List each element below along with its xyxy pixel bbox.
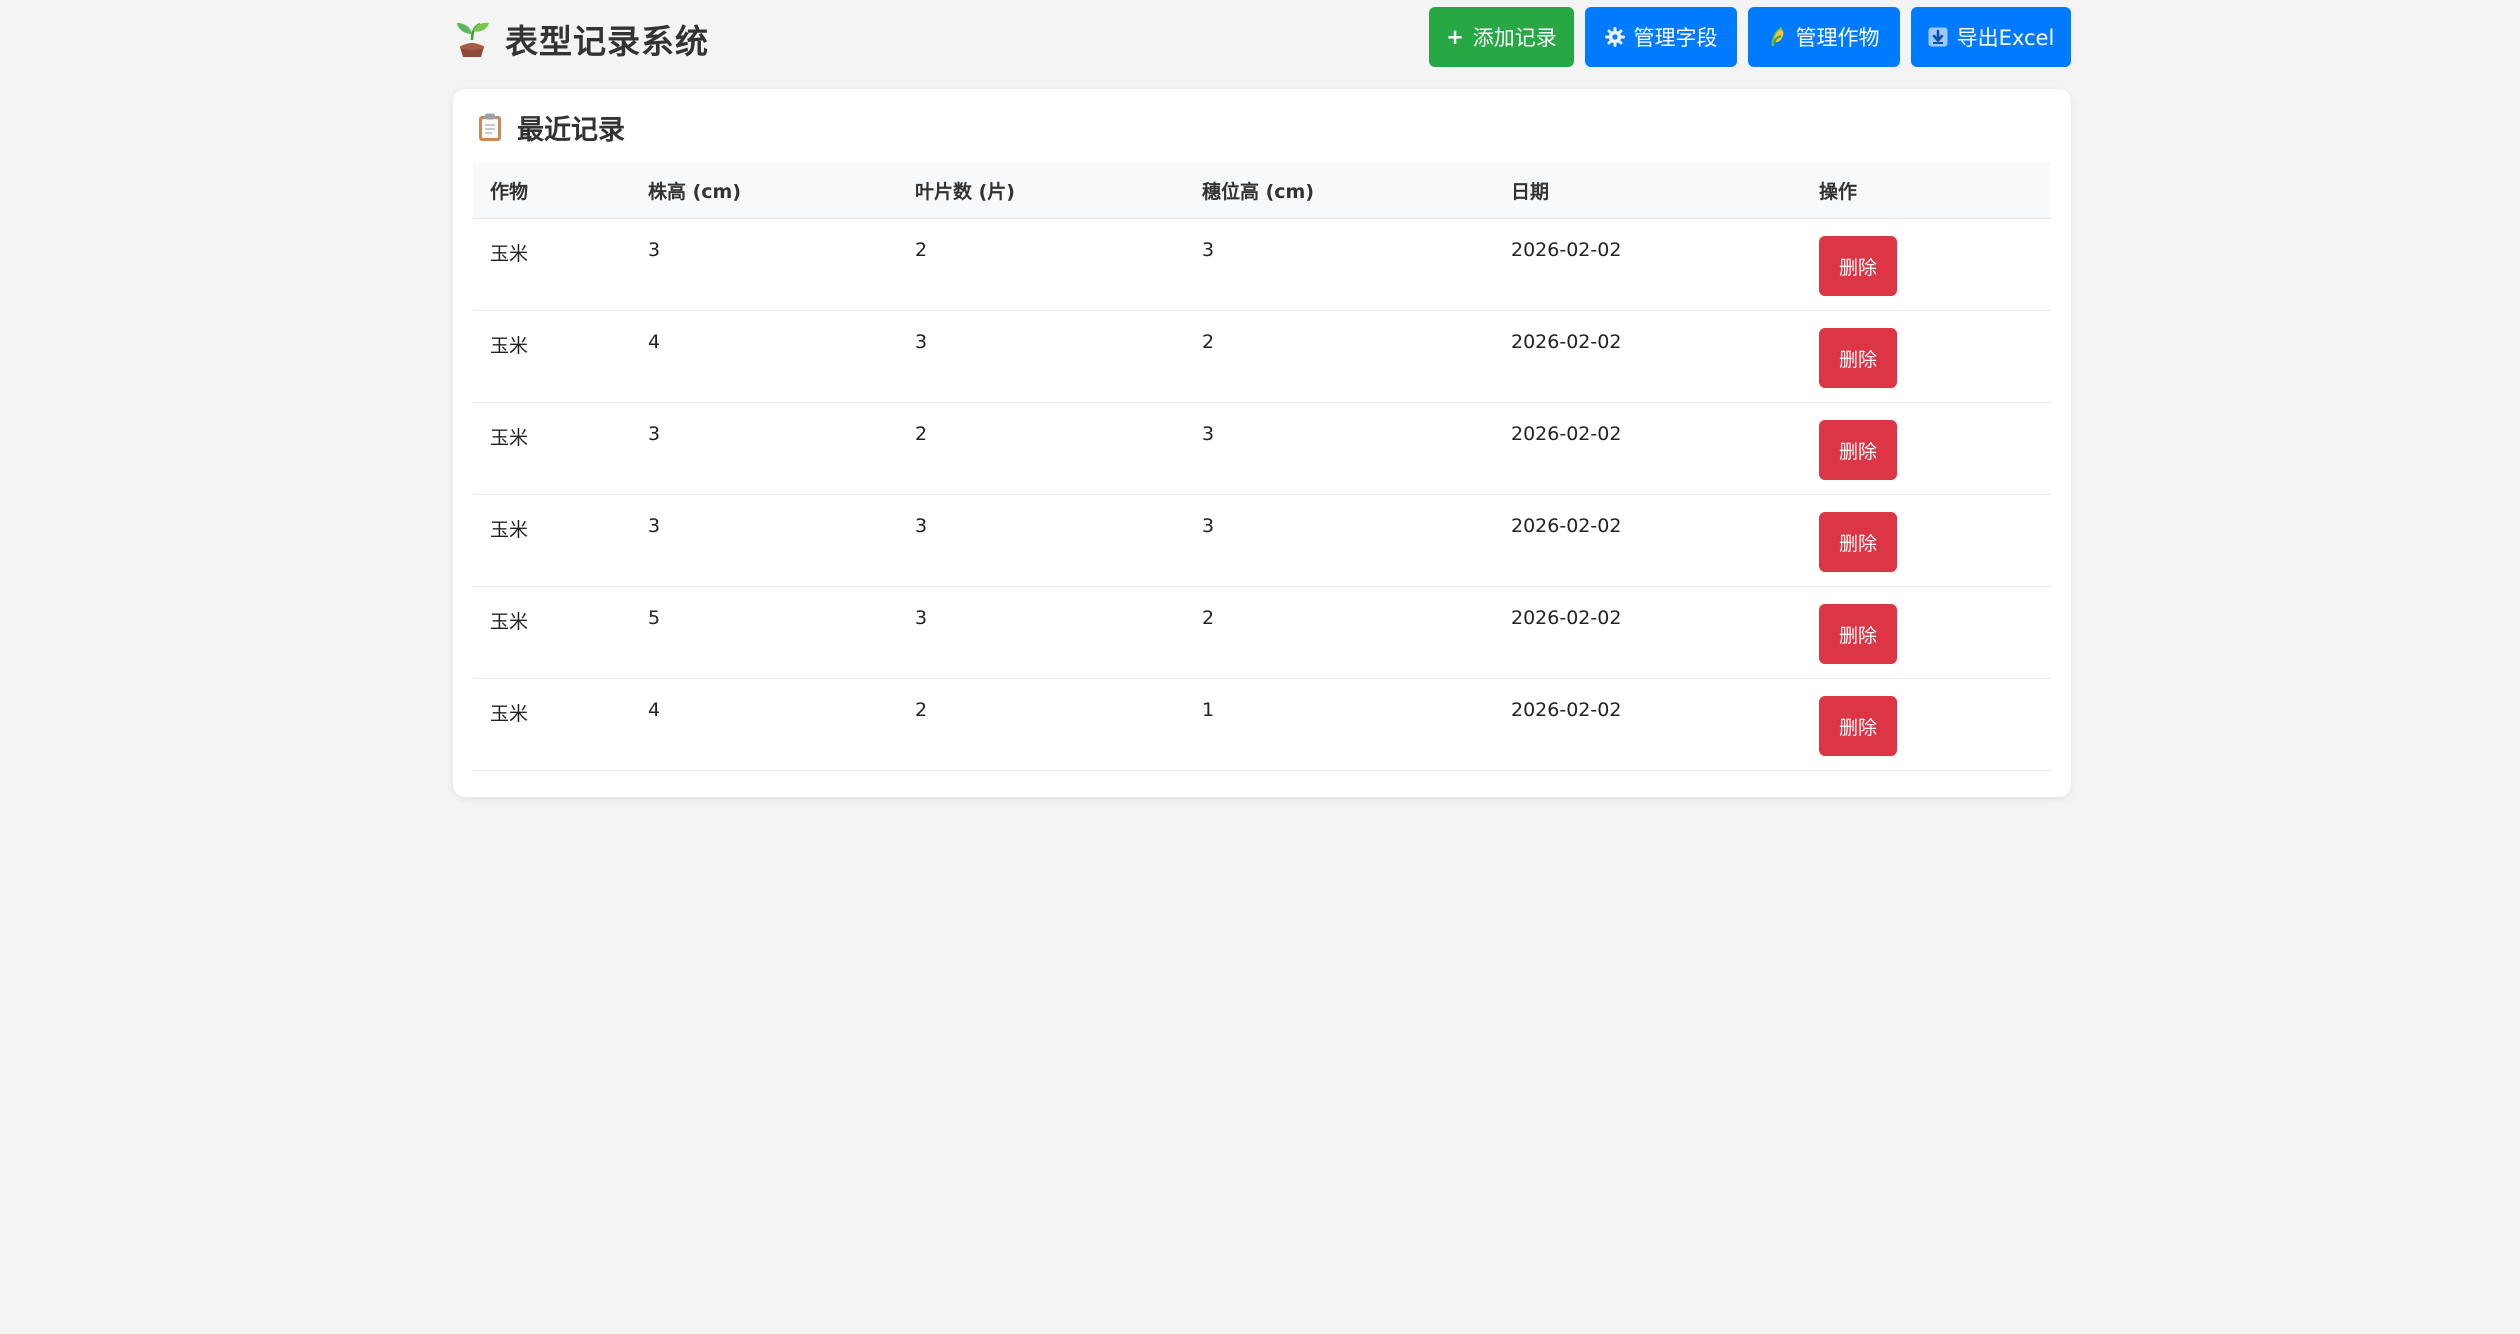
table-row: 玉米 5 3 2 2026-02-02 删除 (473, 586, 2051, 679)
manage-fields-label: 管理字段 (1633, 26, 1718, 50)
cell-date: 2026-02-02 (1494, 310, 1802, 403)
export-excel-label: 导出Excel (1956, 26, 2055, 50)
table-header-row: 作物 株高 (cm) 叶片数 (片) 穗位高 (cm) 日期 操作 (473, 162, 2051, 219)
cell-ear-height: 3 (1185, 218, 1494, 311)
cell-leaf-count: 2 (898, 678, 1185, 771)
cell-ear-height: 2 (1185, 586, 1494, 679)
corn-icon (1769, 26, 1787, 48)
cell-plant-height: 3 (631, 218, 898, 311)
cell-leaf-count: 3 (898, 494, 1185, 587)
column-header-date: 日期 (1494, 162, 1802, 219)
toolbar: + 添加记录 管理字段 管理作物 导出Excel (1429, 7, 2071, 67)
delete-button[interactable]: 删除 (1819, 604, 1897, 664)
recent-records-card: 最近记录 作物 株高 (cm) 叶片数 (片) 穗位高 (cm) 日期 操作 玉… (453, 89, 2071, 797)
cell-ear-height: 3 (1185, 494, 1494, 587)
cell-actions: 删除 (1802, 494, 2051, 587)
add-record-label: 添加记录 (1472, 26, 1557, 50)
cell-crop: 玉米 (473, 494, 631, 587)
cell-date: 2026-02-02 (1494, 586, 1802, 679)
records-table: 作物 株高 (cm) 叶片数 (片) 穗位高 (cm) 日期 操作 玉米 3 2… (473, 162, 2051, 771)
cell-plant-height: 3 (631, 494, 898, 587)
cell-plant-height: 4 (631, 678, 898, 771)
table-row: 玉米 3 3 3 2026-02-02 删除 (473, 494, 2051, 587)
manage-fields-button[interactable]: 管理字段 (1585, 7, 1737, 67)
cell-plant-height: 4 (631, 310, 898, 403)
table-row: 玉米 4 2 1 2026-02-02 删除 (473, 678, 2051, 771)
cell-crop: 玉米 (473, 586, 631, 679)
column-header-crop: 作物 (473, 162, 631, 219)
table-row: 玉米 3 2 3 2026-02-02 删除 (473, 402, 2051, 495)
cell-actions: 删除 (1802, 678, 2051, 771)
column-header-leaf-count: 叶片数 (片) (898, 162, 1185, 219)
app-header: 表型记录系统 + 添加记录 管理字段 管理作物 导出Excel (453, 0, 2071, 78)
delete-button[interactable]: 删除 (1819, 420, 1897, 480)
plus-icon: + (1446, 25, 1464, 49)
app-branding: 表型记录系统 (453, 14, 709, 64)
cell-plant-height: 5 (631, 586, 898, 679)
cell-actions: 删除 (1802, 310, 2051, 403)
clipboard-icon (479, 113, 501, 141)
table-row: 玉米 4 3 2 2026-02-02 删除 (473, 310, 2051, 403)
seedling-icon (457, 22, 489, 57)
cell-ear-height: 3 (1185, 402, 1494, 495)
download-arrow-icon (1928, 27, 1948, 47)
cell-date: 2026-02-02 (1494, 402, 1802, 495)
cell-actions: 删除 (1802, 586, 2051, 679)
add-record-button[interactable]: + 添加记录 (1429, 7, 1574, 67)
card-header: 最近记录 (477, 107, 625, 147)
cell-crop: 玉米 (473, 678, 631, 771)
cell-plant-height: 3 (631, 402, 898, 495)
delete-button[interactable]: 删除 (1819, 328, 1897, 388)
cell-date: 2026-02-02 (1494, 494, 1802, 587)
gear-icon (1604, 27, 1625, 47)
cell-leaf-count: 2 (898, 218, 1185, 311)
cell-crop: 玉米 (473, 402, 631, 495)
cell-date: 2026-02-02 (1494, 218, 1802, 311)
column-header-actions: 操作 (1802, 162, 2051, 219)
manage-crops-label: 管理作物 (1795, 26, 1880, 50)
manage-crops-button[interactable]: 管理作物 (1748, 7, 1900, 67)
cell-leaf-count: 3 (898, 586, 1185, 679)
column-header-ear-height: 穗位高 (cm) (1185, 162, 1494, 219)
card-title: 最近记录 (517, 114, 625, 146)
delete-button[interactable]: 删除 (1819, 236, 1897, 296)
delete-button[interactable]: 删除 (1819, 512, 1897, 572)
cell-actions: 删除 (1802, 402, 2051, 495)
cell-leaf-count: 2 (898, 402, 1185, 495)
app-title: 表型记录系统 (505, 22, 709, 61)
cell-ear-height: 1 (1185, 678, 1494, 771)
export-excel-button[interactable]: 导出Excel (1911, 7, 2071, 67)
cell-ear-height: 2 (1185, 310, 1494, 403)
column-header-plant-height: 株高 (cm) (631, 162, 898, 219)
cell-leaf-count: 3 (898, 310, 1185, 403)
cell-crop: 玉米 (473, 218, 631, 311)
cell-actions: 删除 (1802, 218, 2051, 311)
cell-date: 2026-02-02 (1494, 678, 1802, 771)
delete-button[interactable]: 删除 (1819, 696, 1897, 756)
table-row: 玉米 3 2 3 2026-02-02 删除 (473, 218, 2051, 311)
cell-crop: 玉米 (473, 310, 631, 403)
